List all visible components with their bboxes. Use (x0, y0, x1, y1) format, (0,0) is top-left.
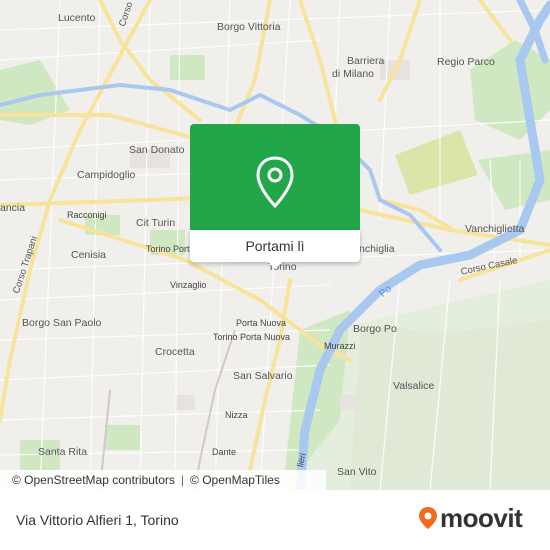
attribution-separator: | (180, 473, 185, 487)
label-san-salvario: San Salvario (233, 370, 293, 382)
label-cit-turin: Cit Turin (136, 217, 176, 229)
osm-attribution-link[interactable]: © OpenStreetMap contributors (12, 473, 175, 487)
label-vanchiglietta: Vanchiglietta (465, 223, 525, 235)
label-torino-porta-nuova: Torino Porta Nuova (213, 332, 291, 342)
map-view[interactable]: Lucento Corso Potenza Borgo Vittoria Bar… (0, 0, 550, 490)
label-murazzi: Murazzi (324, 341, 356, 351)
portami-li-button[interactable]: Portami lì (190, 230, 360, 262)
label-francia: ancia (0, 202, 26, 214)
label-lucento: Lucento (58, 12, 96, 24)
label-san-donato: San Donato (129, 144, 185, 156)
osm-attribution-text: © OpenStreetMap contributors (12, 473, 175, 487)
openmaptiles-attribution-link[interactable]: © OpenMapTiles (190, 473, 280, 487)
openmaptiles-attribution-text: © OpenMapTiles (190, 473, 280, 487)
label-dante: Dante (212, 447, 237, 457)
label-regio-parco: Regio Parco (437, 56, 495, 68)
label-san-vito: San Vito (337, 466, 377, 478)
label-valsalice: Valsalice (393, 380, 435, 392)
label-vanchiglia: nchiglia (359, 243, 395, 255)
label-di-milano: di Milano (332, 68, 375, 80)
label-borgo-san-paolo: Borgo San Paolo (22, 317, 102, 329)
label-crocetta: Crocetta (155, 346, 195, 358)
moovit-wordmark: moovit (440, 502, 523, 533)
label-racconigi: Racconigi (67, 210, 107, 220)
label-borgo-po: Borgo Po (353, 323, 397, 335)
label-torino-porta-susa: Torino Porta (146, 244, 195, 254)
map-attribution: © OpenStreetMap contributors | © OpenMap… (0, 470, 326, 490)
label-santa-rita: Santa Rita (38, 446, 88, 458)
label-barriera: Barriera (347, 55, 385, 67)
label-campidoglio: Campidoglio (77, 169, 136, 181)
moovit-logo[interactable]: moovit (418, 503, 523, 533)
popup-pointer (266, 260, 284, 269)
label-vinzaglio: Vinzaglio (170, 280, 207, 290)
label-borgo-vittoria: Borgo Vittoria (217, 21, 281, 33)
destination-address: Via Vittorio Alfieri 1, Torino (16, 512, 179, 528)
label-cenisia: Cenisia (71, 249, 107, 261)
label-porta-nuova: Porta Nuova (236, 318, 287, 328)
label-nizza: Nizza (225, 410, 248, 420)
moovit-pin-icon (419, 507, 437, 529)
destination-popup[interactable]: Portami lì (190, 124, 360, 269)
